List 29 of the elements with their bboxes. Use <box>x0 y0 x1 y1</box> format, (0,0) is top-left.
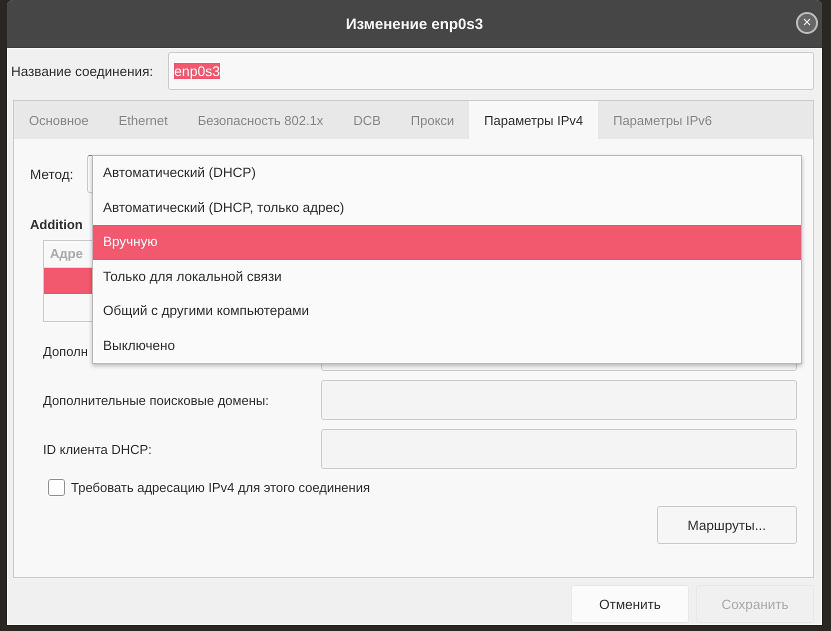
tab[interactable]: Безопасность 802.1x <box>182 101 338 139</box>
menu-item[interactable]: Общий с другими компьютерами <box>93 294 801 328</box>
tab[interactable]: Ethernet <box>104 101 183 139</box>
tab[interactable]: Прокси <box>396 101 470 139</box>
checkbox-label: Требовать адресацию IPv4 для этого соединения <box>71 480 370 495</box>
addresses-heading: Addition <box>30 217 84 232</box>
field-label: ID клиента DHCP: <box>43 442 152 456</box>
tab[interactable]: Основное <box>14 101 104 139</box>
checkbox[interactable] <box>48 479 65 496</box>
tab[interactable]: Параметры IPv6 <box>598 101 728 139</box>
routes-button[interactable]: Маршруты... <box>656 506 797 544</box>
tab[interactable]: DCB <box>338 101 396 139</box>
connection-name-value: enp0s3 <box>174 63 220 79</box>
connection-name-label: Название соединения: <box>11 64 154 78</box>
tab[interactable]: Параметры IPv4 <box>469 101 598 139</box>
input-field[interactable] <box>321 429 797 469</box>
connection-name-field[interactable]: enp0s3 <box>168 52 814 90</box>
window-title: Изменение enp0s3 <box>346 16 484 32</box>
menu-item[interactable]: Автоматический (DHCP) <box>93 156 801 190</box>
method-label: Метод: <box>30 166 74 182</box>
input-field[interactable] <box>321 380 797 420</box>
dialog-button[interactable]: Отменить <box>571 585 689 623</box>
menu-item[interactable]: Вручную <box>93 225 801 260</box>
field-label: Дополн <box>43 344 88 358</box>
menu-item[interactable]: Только для локальной связи <box>93 260 801 294</box>
field-label: Дополнительные поисковые домены: <box>43 392 269 408</box>
menu-item[interactable]: Автоматический (DHCP, только адрес) <box>93 190 801 225</box>
close-button[interactable]: × <box>796 12 818 34</box>
menu-item[interactable]: Выключено <box>93 328 801 363</box>
